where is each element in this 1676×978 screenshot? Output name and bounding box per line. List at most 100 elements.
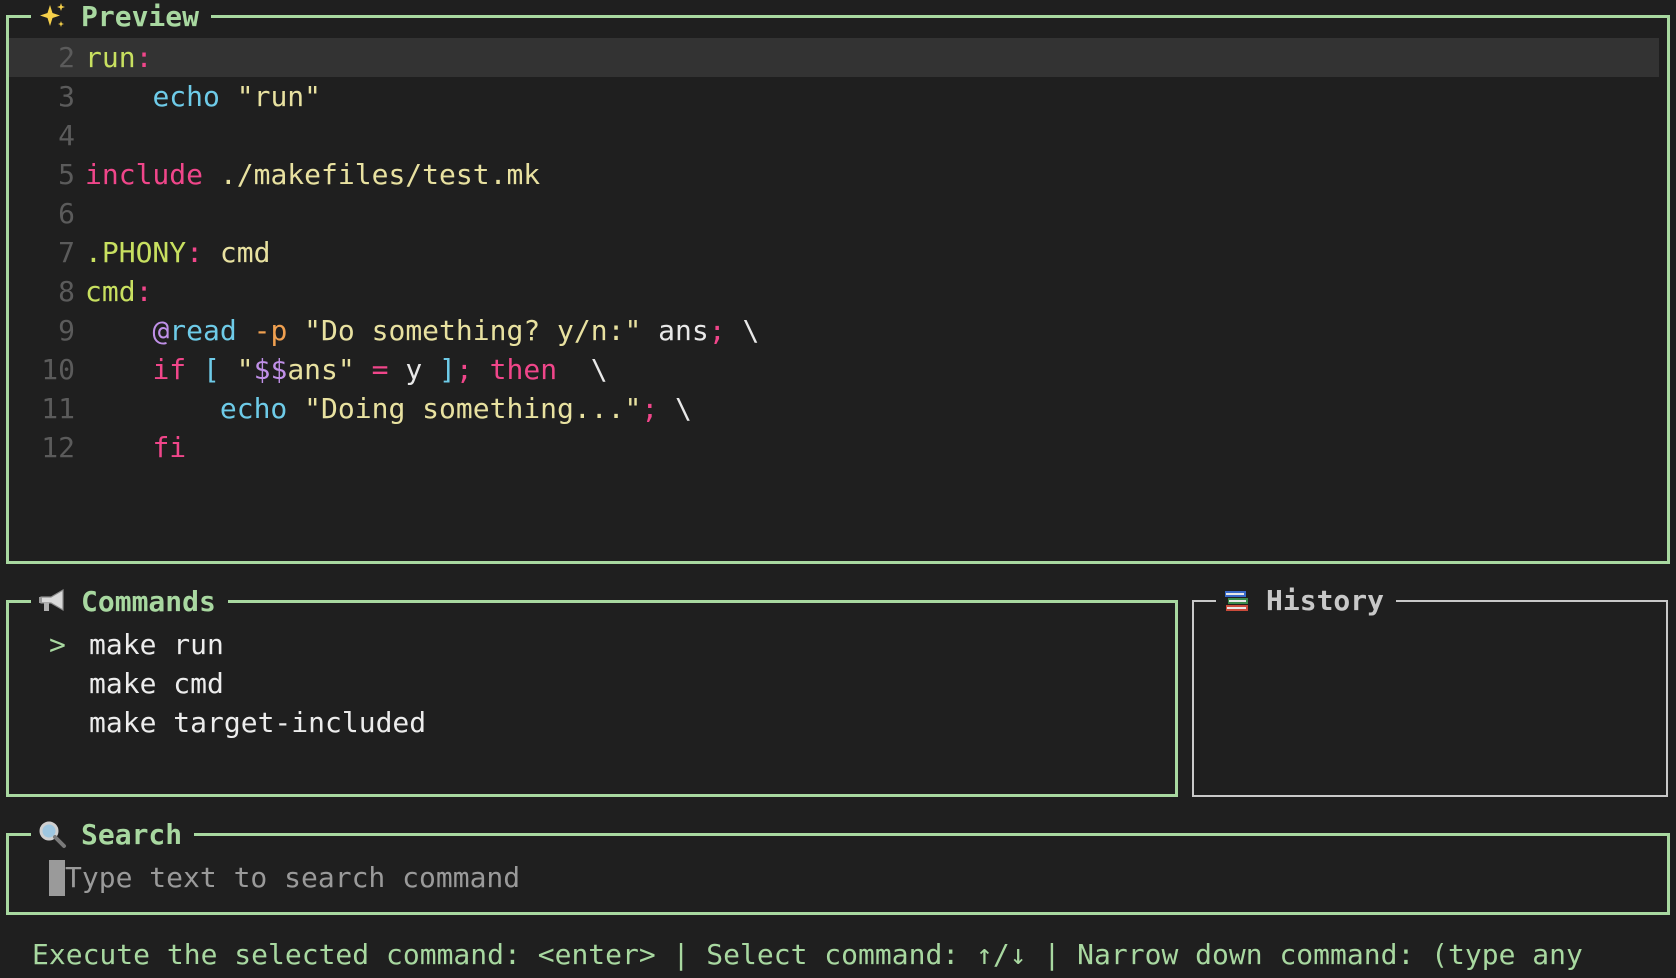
code-token: then bbox=[472, 353, 558, 386]
line-number: 4 bbox=[58, 119, 75, 152]
code-token: y bbox=[388, 353, 423, 386]
line-number: 6 bbox=[58, 197, 75, 230]
command-item[interactable]: make cmd bbox=[49, 664, 426, 703]
code-text: include ./makefiles/test.mk bbox=[85, 155, 1659, 194]
line-number: 11 bbox=[41, 392, 75, 425]
command-label: make cmd bbox=[89, 667, 224, 700]
code-line: 6 bbox=[9, 194, 1659, 233]
code-line: 7 .PHONY: cmd bbox=[9, 233, 1659, 272]
code-token: \ bbox=[658, 392, 692, 425]
code-token: ; bbox=[455, 353, 473, 386]
code-line: 11 echo "Doing something..."; \ bbox=[9, 389, 1659, 428]
line-number: 7 bbox=[58, 236, 75, 269]
line-number: 8 bbox=[58, 275, 75, 308]
code-line: 8 cmd: bbox=[9, 272, 1659, 311]
code-token: $$ bbox=[253, 353, 288, 386]
code-token: [ bbox=[186, 353, 220, 386]
code-line: 5 include ./makefiles/test.mk bbox=[9, 155, 1659, 194]
code-token: run bbox=[85, 41, 136, 74]
commands-title: Commands bbox=[31, 581, 228, 621]
history-title: History bbox=[1216, 580, 1397, 620]
line-number: 2 bbox=[58, 41, 75, 74]
selection-caret bbox=[49, 703, 89, 742]
preview-title-label: Preview bbox=[81, 0, 200, 33]
code-text: run: bbox=[85, 38, 1659, 77]
commands-panel: Commands > make run make cmd make target-in… bbox=[6, 581, 1178, 797]
code-token: ans bbox=[641, 314, 709, 347]
code-text: if [ "$$ans" = y ]; then \ bbox=[85, 350, 1659, 389]
search-input[interactable] bbox=[65, 861, 1465, 894]
code-token: read bbox=[169, 314, 237, 347]
history-title-label: History bbox=[1266, 583, 1385, 617]
code-text: fi bbox=[85, 428, 1659, 467]
code-token: .PHONY bbox=[85, 236, 187, 269]
command-label: make run bbox=[89, 628, 224, 661]
code-token: " bbox=[219, 353, 254, 386]
code-token: fi bbox=[152, 431, 187, 464]
search-panel: Search bbox=[6, 814, 1670, 915]
code-token: "Doing something..." bbox=[287, 392, 642, 425]
search-title-label: Search bbox=[81, 817, 183, 851]
command-item[interactable]: > make run bbox=[49, 625, 426, 664]
magnifier-icon bbox=[37, 819, 67, 849]
code-line: 4 bbox=[9, 116, 1659, 155]
preview-title: Preview bbox=[31, 0, 212, 36]
code-text: .PHONY: cmd bbox=[85, 233, 1659, 272]
code-line: 3 echo "run" bbox=[9, 77, 1659, 116]
code-token: echo bbox=[219, 392, 288, 425]
code-line: 2 run: bbox=[9, 38, 1659, 77]
code-token: cmd bbox=[203, 236, 271, 269]
code-line: 10 if [ "$$ans" = y ]; then \ bbox=[9, 350, 1659, 389]
code-token: ./makefiles/test.mk bbox=[203, 158, 541, 191]
code-preview: 2 run: 3 echo "run" 4 5 include ./makefiles/t… bbox=[9, 38, 1659, 467]
line-number: 12 bbox=[41, 431, 75, 464]
code-text: @read -p "Do something? y/n:" ans; \ bbox=[85, 311, 1659, 350]
sparkles-icon bbox=[37, 1, 67, 31]
command-list: > make run make cmd make target-included bbox=[49, 625, 426, 742]
code-token: "run" bbox=[219, 80, 322, 113]
megaphone-icon bbox=[37, 586, 67, 616]
code-line: 9 @read -p "Do something? y/n:" ans; \ bbox=[9, 311, 1659, 350]
line-number: 10 bbox=[41, 353, 75, 386]
search-row bbox=[49, 858, 1465, 897]
line-number: 9 bbox=[58, 314, 75, 347]
command-item[interactable]: make target-included bbox=[49, 703, 426, 742]
code-token: include bbox=[85, 158, 204, 191]
code-token: cmd bbox=[85, 275, 136, 308]
history-panel: History bbox=[1192, 580, 1668, 797]
search-title: Search bbox=[31, 814, 195, 854]
code-token: \ bbox=[557, 353, 608, 386]
selection-caret bbox=[49, 664, 89, 703]
preview-panel: Preview 2 run: 3 echo "run" 4 5 include ./mak… bbox=[6, 0, 1670, 564]
key-hints: Execute the selected command: <enter> | … bbox=[32, 938, 1583, 971]
books-icon bbox=[1222, 585, 1252, 615]
line-number: 5 bbox=[58, 158, 75, 191]
code-token: = bbox=[354, 353, 389, 386]
code-token: : bbox=[135, 275, 153, 308]
text-cursor bbox=[49, 859, 65, 896]
code-token: echo bbox=[152, 80, 220, 113]
selection-caret: > bbox=[49, 628, 66, 661]
code-token: @ bbox=[152, 314, 170, 347]
code-token: if bbox=[152, 353, 187, 386]
code-token: "Do something? y/n:" bbox=[287, 314, 642, 347]
code-token: ] bbox=[422, 353, 456, 386]
code-token: \ bbox=[725, 314, 760, 347]
code-text: echo "run" bbox=[85, 77, 1659, 116]
command-label: make target-included bbox=[89, 706, 427, 739]
code-text: echo "Doing something..."; \ bbox=[85, 389, 1659, 428]
code-token: ans" bbox=[287, 353, 355, 386]
code-text: cmd: bbox=[85, 272, 1659, 311]
code-token: : bbox=[135, 41, 153, 74]
code-token: ; bbox=[708, 314, 726, 347]
code-token: ; bbox=[641, 392, 659, 425]
code-token: : bbox=[186, 236, 204, 269]
line-number: 3 bbox=[58, 80, 75, 113]
